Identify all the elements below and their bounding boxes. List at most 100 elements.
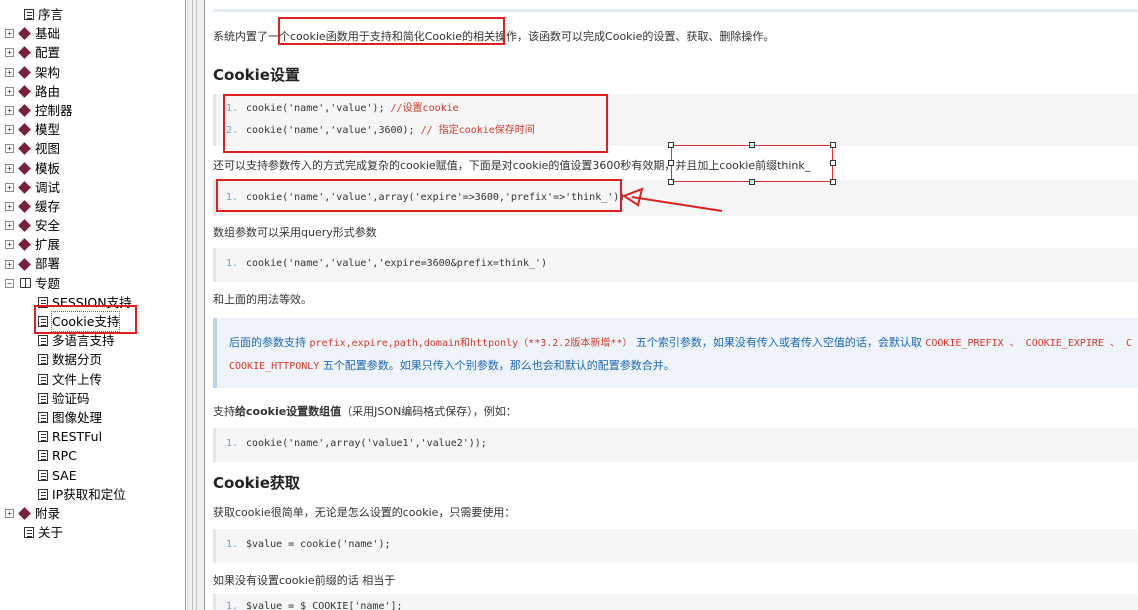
tree-item[interactable]: 多语言支持 [0,331,185,350]
tree-item-label: 调试 [35,179,61,195]
annotation-arrow [621,187,723,212]
expand-icon[interactable]: + [5,67,14,77]
tree-item-label: 部署 [35,256,61,272]
tree-item[interactable]: + 视图 [0,139,185,158]
folder-gem-icon [18,84,31,98]
tree-item-label: 配置 [35,45,61,61]
tree-item[interactable]: 图像处理 [0,408,185,427]
tree-item[interactable]: + 配置 [0,43,185,62]
resize-handle[interactable] [749,179,755,185]
tree-item[interactable]: + 模板 [0,159,185,178]
query-paragraph: 数组参数可以采用query形式参数 [213,226,377,239]
folder-gem-icon [18,65,31,79]
note-text: 五个索引参数，如果没有传入或者传入空值的话，会默认取 [632,336,926,349]
tree-item[interactable]: + 安全 [0,216,185,235]
code-block-get: 1. $value = cookie('name'); [213,529,1138,563]
expand-icon[interactable]: + [5,240,14,250]
document-icon [38,373,48,385]
tree-item-label: 缓存 [35,198,61,214]
code-text: cookie('name','value','expire=3600&prefi… [246,258,548,269]
tree-item[interactable]: + 基础 [0,24,185,43]
get-paragraph: 获取cookie很简单，无论是怎么设置的cookie，只需要使用： [213,506,516,519]
document-icon [38,412,48,424]
expand-icon[interactable]: + [5,163,14,173]
tree-item[interactable]: 文件上传 [0,370,185,389]
tree-item[interactable]: + 调试 [0,178,185,197]
tree-item-label: 扩展 [35,237,61,253]
resize-handle[interactable] [830,142,836,148]
expand-icon[interactable]: + [5,48,14,58]
tree-item[interactable]: + 控制器 [0,101,185,120]
tree-item-label: 控制器 [35,102,73,118]
tree-item[interactable]: SAE [0,466,185,485]
note-text: 后面的参数支持 [229,336,310,349]
tree-item[interactable]: + 缓存 [0,197,185,216]
resize-handle[interactable] [749,142,755,148]
expand-icon[interactable]: + [5,106,14,116]
tree-item[interactable]: + 附录 [0,504,185,523]
folder-gem-icon [18,27,31,41]
heading-cookie-set: Cookie设置 [213,66,300,84]
code-block-array: 1. cookie('name',array('value1','value2')… [213,428,1138,462]
tree-item-label: 数据分页 [52,352,103,368]
collapse-icon[interactable]: − [5,278,14,288]
folder-gem-icon [18,123,31,137]
equivalent-paragraph: 和上面的用法等效。 [213,293,312,306]
document-icon [38,354,48,366]
expand-icon[interactable]: + [5,125,14,135]
expand-icon[interactable]: + [5,29,14,39]
tree-item[interactable]: + 扩展 [0,235,185,254]
header-divider [213,9,1138,12]
tree-item-label: 序言 [38,7,64,22]
code-block-prefix: 1. $value = $_COOKIE['name']; [213,594,1138,610]
note-code: COOKIE_HTTPONLY [229,361,320,372]
expand-icon[interactable]: + [5,144,14,154]
tree-item[interactable]: + 架构 [0,63,185,82]
document-icon [38,431,48,443]
tree-item[interactable]: − 专题 [0,274,185,293]
expand-icon[interactable]: + [5,259,14,269]
tree-item[interactable]: 验证码 [0,389,185,408]
tree-item[interactable]: + 路由 [0,82,185,101]
tree-item[interactable]: 序言 [0,5,185,24]
document-icon [38,450,48,462]
expand-icon[interactable]: + [5,201,14,211]
tree-item[interactable]: 数据分页 [0,350,185,369]
doc-content: 系统内置了一个cookie函数用于支持和简化Cookie的相关操作，该函数可以完… [206,0,1138,610]
line-number: 1. [226,539,239,550]
code-line: 1. cookie('name',array('value1','value2')… [216,433,1138,455]
line-number: 1. [226,601,239,610]
expand-icon[interactable]: + [5,221,14,231]
tree-item[interactable]: RPC [0,446,185,465]
expand-icon[interactable]: + [5,508,14,518]
annotation-selection-box[interactable] [671,145,833,182]
heading-cookie-get: Cookie获取 [213,474,300,492]
pane-splitter[interactable] [187,0,205,610]
document-icon [24,527,34,539]
resize-handle[interactable] [668,142,674,148]
note-line-2: COOKIE_HTTPONLY 五个配置参数。如果只传入个别参数，那么也会和默认… [229,355,1138,378]
note-code: COOKIE_PREFIX 、 COOKIE_EXPIRE 、 C [925,338,1133,349]
folder-gem-icon [18,104,31,117]
resize-handle[interactable] [830,160,836,166]
code-text: $value = $_COOKIE['name']; [246,601,403,610]
document-icon [38,488,48,500]
tree-item[interactable]: IP获取和定位 [0,485,185,504]
note-text: 五个配置参数。如果只传入个别参数，那么也会和默认的配置参数合并。 [319,359,675,372]
tree-item-label: 安全 [35,218,61,234]
document-icon [38,469,48,481]
book-icon [20,278,31,289]
resize-handle[interactable] [830,179,836,185]
tree-item[interactable]: 关于 [0,523,185,542]
tree-item-label: SAE [52,467,77,483]
tree-item[interactable]: RESTFul [0,427,185,446]
tree-item-label: RESTFul [52,429,103,445]
array-bold-text: 给cookie设置数组值 [235,405,342,418]
resize-handle[interactable] [668,160,674,166]
array-text: （采用JSON编码格式保存），例如： [341,405,517,418]
expand-icon[interactable]: + [5,182,14,192]
expand-icon[interactable]: + [5,86,14,96]
tree-item[interactable]: + 模型 [0,120,185,139]
tree-item-label: 路由 [35,83,61,99]
tree-item[interactable]: + 部署 [0,254,185,273]
